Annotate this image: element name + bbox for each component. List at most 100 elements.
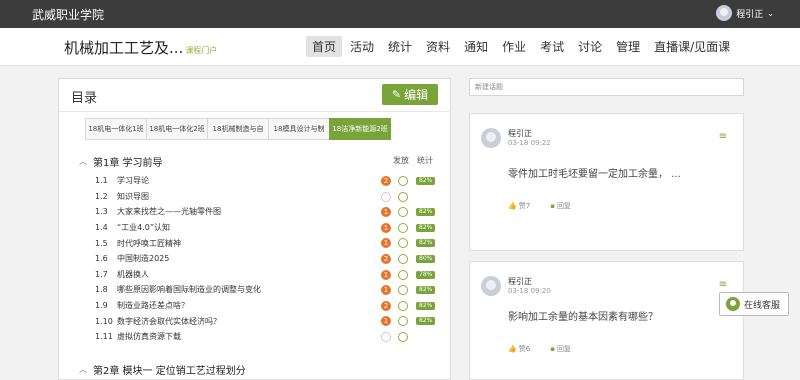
publish-toggle-icon[interactable]	[398, 285, 408, 296]
nav-home[interactable]: 首页	[306, 36, 343, 57]
list-item[interactable]: 1.8 哪些原因影响着国际制造业的调整与变化 1 82%	[95, 282, 445, 298]
publish-toggle-icon[interactable]	[398, 300, 408, 311]
tab-class-5[interactable]: 18洁净新能源2班	[329, 118, 391, 140]
list-item[interactable]: 1.11 虚拟仿真资源下载	[95, 329, 445, 345]
list-item[interactable]: 1.9 制造业路还差点啥？ 2 82%	[95, 298, 445, 314]
avatar[interactable]	[481, 276, 501, 296]
like-button[interactable]: 👍 赞6	[508, 344, 530, 354]
nav-exams[interactable]: 考试	[534, 36, 570, 57]
nav-statistics[interactable]: 统计	[382, 36, 418, 57]
reply-button[interactable]: ▪ 回复	[550, 201, 571, 211]
edit-button[interactable]: ✎ 编辑	[382, 84, 438, 105]
comment-icon: ▪	[550, 345, 555, 353]
progress-badge[interactable]: 78%	[416, 270, 436, 279]
column-publish: 发放	[393, 156, 409, 165]
post-author[interactable]: 程引正	[508, 128, 532, 139]
tab-class-1[interactable]: 18机电一体化1班	[85, 118, 147, 140]
progress-badge[interactable]: 82%	[416, 301, 436, 310]
publish-toggle-icon[interactable]	[398, 316, 408, 327]
post-author[interactable]: 程引正	[508, 276, 532, 287]
new-topic-input[interactable]: 新建话题	[469, 78, 744, 96]
course-nav: 首页 活动 统计 资料 通知 作业 考试 讨论 管理 直播课/见面课	[306, 36, 736, 57]
task-count-badge	[381, 331, 391, 342]
nav-notices[interactable]: 通知	[458, 36, 494, 57]
list-item[interactable]: 1.5 时代呼唤工匠精神 1 82%	[95, 235, 445, 251]
lesson-title[interactable]: 中国制造2025	[117, 253, 169, 264]
list-item[interactable]: 1.6 中国制造2025 2 80%	[95, 251, 445, 267]
avatar[interactable]	[716, 5, 733, 21]
progress-badge[interactable]: 82%	[416, 223, 436, 232]
tab-class-4[interactable]: 18模具设计与制	[268, 118, 330, 140]
thumbs-up-icon: 👍	[508, 202, 517, 210]
task-count-badge: 2	[381, 253, 391, 264]
progress-badge[interactable]: 80%	[416, 254, 436, 263]
headset-icon	[726, 297, 740, 311]
lesson-title[interactable]: 虚拟仿真资源下载	[117, 331, 181, 342]
avatar[interactable]	[481, 128, 501, 148]
publish-toggle-icon[interactable]	[398, 176, 408, 186]
nav-activity[interactable]: 活动	[344, 36, 380, 57]
lesson-title[interactable]: 时代呼唤工匠精神	[117, 238, 181, 249]
list-item[interactable]: 1.10 数字经济会取代实体经济吗？ 1 82%	[95, 313, 445, 329]
discussion-card[interactable]: 程引正 03-18 09:20 ≡ 影响加工余量的基本因素有哪些？ 👍 赞6 ▪ 回…	[469, 261, 744, 380]
list-item[interactable]: 1.4 “工业4.0”认知 1 82%	[95, 220, 445, 236]
publish-toggle-icon[interactable]	[398, 207, 408, 218]
lesson-title[interactable]: 制造业路还差点啥？	[117, 300, 189, 311]
post-text[interactable]: 零件加工时毛坯要留一定加工余量， ...	[508, 165, 681, 180]
publish-toggle-icon[interactable]	[398, 253, 408, 264]
nav-homework[interactable]: 作业	[496, 36, 532, 57]
lesson-title[interactable]: “工业4.0”认知	[117, 222, 170, 233]
like-button[interactable]: 👍 赞7	[508, 201, 530, 211]
school-name[interactable]: 武威职业学院	[32, 6, 104, 23]
progress-badge[interactable]: 82%	[416, 177, 436, 185]
list-item[interactable]: 1.3 大家来找茬之——光轴零件图 1 82%	[95, 204, 445, 220]
task-count-badge: 1	[381, 269, 391, 280]
nav-discussion[interactable]: 讨论	[572, 36, 608, 57]
discussion-card[interactable]: 程引正 03-18 09:22 ≡ 零件加工时毛坯要留一定加工余量， ... 👍…	[469, 113, 744, 251]
support-label: 在线客服	[744, 300, 781, 311]
chapter-title: 第2章 模块一 定位销工艺过程划分	[93, 366, 246, 377]
user-menu[interactable]: 程引正 ⌄	[716, 5, 774, 21]
user-name[interactable]: 程引正	[736, 7, 763, 20]
collapse-icon[interactable]: ︿	[79, 364, 87, 375]
progress-badge[interactable]: 82%	[416, 317, 436, 326]
course-title[interactable]: 机械加工工艺及... 课程门户	[64, 37, 217, 58]
post-actions: 👍 赞7 ▪ 回复	[508, 201, 571, 211]
task-count-badge: 2	[381, 176, 391, 186]
lesson-title[interactable]: 学习导论	[117, 175, 149, 186]
reply-button[interactable]: ▪ 回复	[550, 344, 571, 354]
tab-class-2[interactable]: 18机电一体化2班	[146, 118, 208, 140]
progress-badge[interactable]: 82%	[416, 286, 436, 295]
lesson-title[interactable]: 大家来找茬之——光轴零件图	[117, 206, 221, 217]
progress-badge[interactable]: 82%	[416, 239, 436, 248]
lesson-title[interactable]: 机器换人	[117, 269, 149, 280]
portal-link[interactable]: 课程门户	[185, 46, 217, 55]
collapse-icon[interactable]: ︿	[79, 156, 87, 167]
menu-icon[interactable]: ≡	[719, 279, 727, 290]
publish-toggle-icon[interactable]	[398, 238, 408, 249]
list-item[interactable]: 1.2 知识导图	[95, 189, 445, 205]
lesson-title[interactable]: 知识导图	[117, 191, 149, 202]
lesson-title[interactable]: 数字经济会取代实体经济吗？	[117, 316, 221, 327]
chapter-2-header[interactable]: ︿ 第2章 模块一 定位销工艺过程划分	[79, 362, 246, 377]
course-title-text[interactable]: 机械加工工艺及...	[64, 39, 183, 57]
tab-class-3[interactable]: 18机械制造与自	[207, 118, 269, 140]
online-support-button[interactable]: 在线客服	[719, 292, 789, 316]
lesson-title[interactable]: 哪些原因影响着国际制造业的调整与变化	[117, 284, 261, 295]
nav-live[interactable]: 直播课/见面课	[648, 36, 736, 57]
publish-toggle-icon[interactable]	[398, 269, 408, 280]
chevron-down-icon[interactable]: ⌄	[767, 9, 774, 18]
list-item[interactable]: 1.1 学习导论 2 82%	[95, 173, 445, 189]
list-item[interactable]: 1.7 机器换人 1 78%	[95, 267, 445, 283]
chapter-1-header[interactable]: ︿ 第1章 学习前导	[79, 154, 163, 169]
lesson-number: 1.2	[95, 191, 108, 201]
publish-toggle-icon[interactable]	[398, 191, 408, 202]
publish-toggle-icon[interactable]	[398, 331, 408, 342]
progress-badge[interactable]: 82%	[416, 208, 436, 217]
menu-icon[interactable]: ≡	[719, 131, 727, 142]
catalog-title: 目录	[71, 91, 98, 106]
nav-manage[interactable]: 管理	[610, 36, 646, 57]
nav-materials[interactable]: 资料	[420, 36, 456, 57]
publish-toggle-icon[interactable]	[398, 222, 408, 233]
post-text[interactable]: 影响加工余量的基本因素有哪些？	[508, 308, 658, 323]
